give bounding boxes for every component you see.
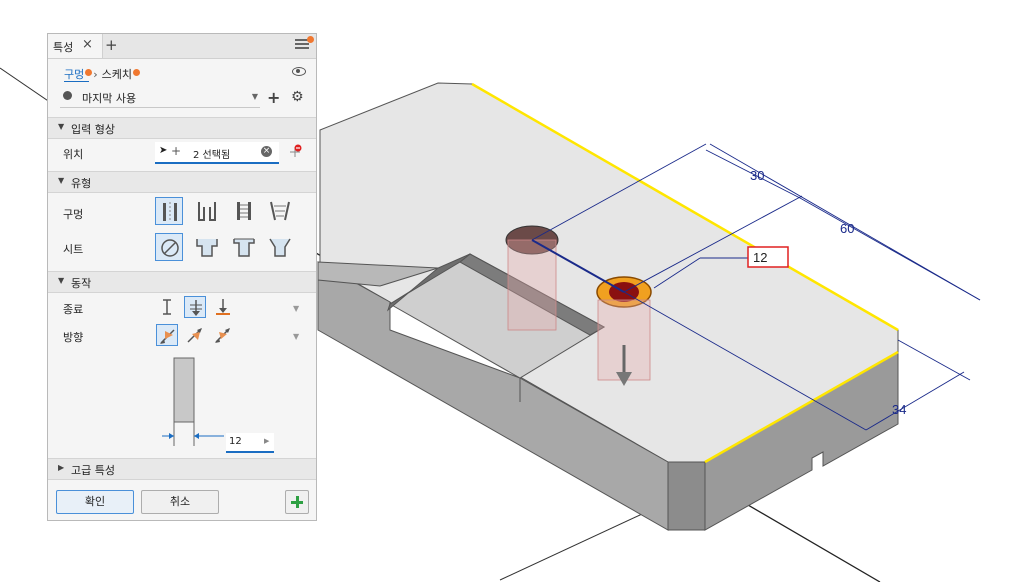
add-preset-icon[interactable]: +: [267, 88, 280, 107]
clearance-hole-button[interactable]: [193, 197, 221, 225]
expand-icon: ▶: [58, 463, 65, 472]
breadcrumb-hole-label: 구멍: [64, 68, 85, 81]
collapse-icon: ▼: [58, 122, 65, 131]
collapse-icon: ▼: [58, 276, 65, 285]
collapse-icon: ▼: [58, 176, 65, 185]
chevron-down-icon[interactable]: ▼: [293, 304, 299, 313]
chevron-right-icon: ▶: [264, 437, 270, 445]
tab-properties[interactable]: 특성 ×: [48, 34, 103, 58]
taper-tapped-hole-button[interactable]: [266, 197, 294, 225]
section-title: 고급 특성: [71, 464, 115, 477]
status-dot: [85, 69, 93, 76]
ok-button[interactable]: 확인: [56, 490, 134, 514]
termination-to-button[interactable]: [212, 296, 234, 318]
clear-icon[interactable]: ×: [261, 146, 272, 157]
chevron-right-icon: ›: [93, 68, 98, 81]
dimension-30[interactable]: 30: [750, 168, 764, 183]
location-value: 2 선택됨: [193, 150, 231, 161]
apply-add-button[interactable]: [285, 490, 309, 514]
hole-cylinder-1: [507, 239, 557, 331]
properties-panel: 특성 × + 구멍 › 스케치 마지막 사용 ▼ + ⚙ ▼ 입력 형상 위치 ➤ …: [47, 33, 317, 521]
location-selector[interactable]: ➤ + 2 선택됨 ×: [155, 142, 279, 164]
termination-label: 종료: [63, 303, 84, 316]
remove-point-icon[interactable]: [288, 144, 302, 158]
countersink-button[interactable]: [266, 233, 294, 261]
notification-dot: [307, 36, 314, 43]
counterbore-button[interactable]: [193, 233, 221, 261]
add-tab-icon[interactable]: +: [105, 36, 118, 54]
simple-hole-button[interactable]: [155, 197, 183, 225]
section-advanced[interactable]: ▶ 고급 특성: [48, 458, 316, 480]
section-input-geometry[interactable]: ▼ 입력 형상: [48, 117, 316, 139]
tab-label: 특성: [53, 41, 74, 54]
clock-icon: [63, 91, 72, 100]
part-front-corner: [667, 461, 706, 531]
preset-value: 마지막 사용: [82, 92, 137, 105]
direction-label: 방향: [63, 331, 84, 344]
depth-input[interactable]: 12 ▶: [226, 433, 274, 453]
eye-icon[interactable]: [292, 67, 306, 76]
breadcrumb: 구멍 › 스케치: [64, 66, 141, 82]
spotface-button[interactable]: [230, 233, 258, 261]
breadcrumb-hole[interactable]: 구멍: [64, 68, 93, 82]
section-type[interactable]: ▼ 유형: [48, 171, 316, 193]
location-label: 위치: [63, 148, 84, 161]
direction-flipped-button[interactable]: [184, 324, 206, 346]
breadcrumb-sketch[interactable]: 스케치: [101, 68, 141, 81]
dimension-input-value: 12: [753, 250, 767, 265]
dimension-60[interactable]: 60: [840, 221, 854, 236]
breadcrumb-sketch-label: 스케치: [101, 68, 133, 81]
depth-value: 12: [229, 436, 242, 447]
dimension-34[interactable]: 34: [892, 402, 906, 417]
cursor-icon: ➤: [159, 145, 168, 156]
hole-type-label: 구멍: [63, 208, 84, 221]
seat-label: 시트: [63, 243, 84, 256]
section-title: 동작: [71, 277, 92, 290]
crosshair-icon: +: [171, 144, 182, 158]
tapped-hole-button[interactable]: [230, 197, 258, 225]
chevron-down-icon: ▼: [251, 92, 258, 101]
section-title: 유형: [71, 177, 92, 190]
preset-dropdown[interactable]: 마지막 사용 ▼: [60, 87, 260, 108]
no-seat-button[interactable]: [155, 233, 183, 261]
status-dot: [133, 69, 141, 76]
gear-icon[interactable]: ⚙: [291, 89, 304, 105]
section-title: 입력 형상: [71, 123, 115, 136]
termination-distance-button[interactable]: [156, 296, 178, 318]
cancel-button[interactable]: 취소: [141, 490, 219, 514]
chevron-down-icon[interactable]: ▼: [293, 332, 299, 341]
tab-bar: 특성 × +: [48, 34, 316, 59]
direction-default-button[interactable]: [156, 324, 178, 346]
section-behavior[interactable]: ▼ 동작: [48, 271, 316, 293]
close-icon[interactable]: ×: [82, 37, 93, 52]
termination-through-all-button[interactable]: [184, 296, 206, 318]
direction-symmetric-button[interactable]: [212, 324, 234, 346]
